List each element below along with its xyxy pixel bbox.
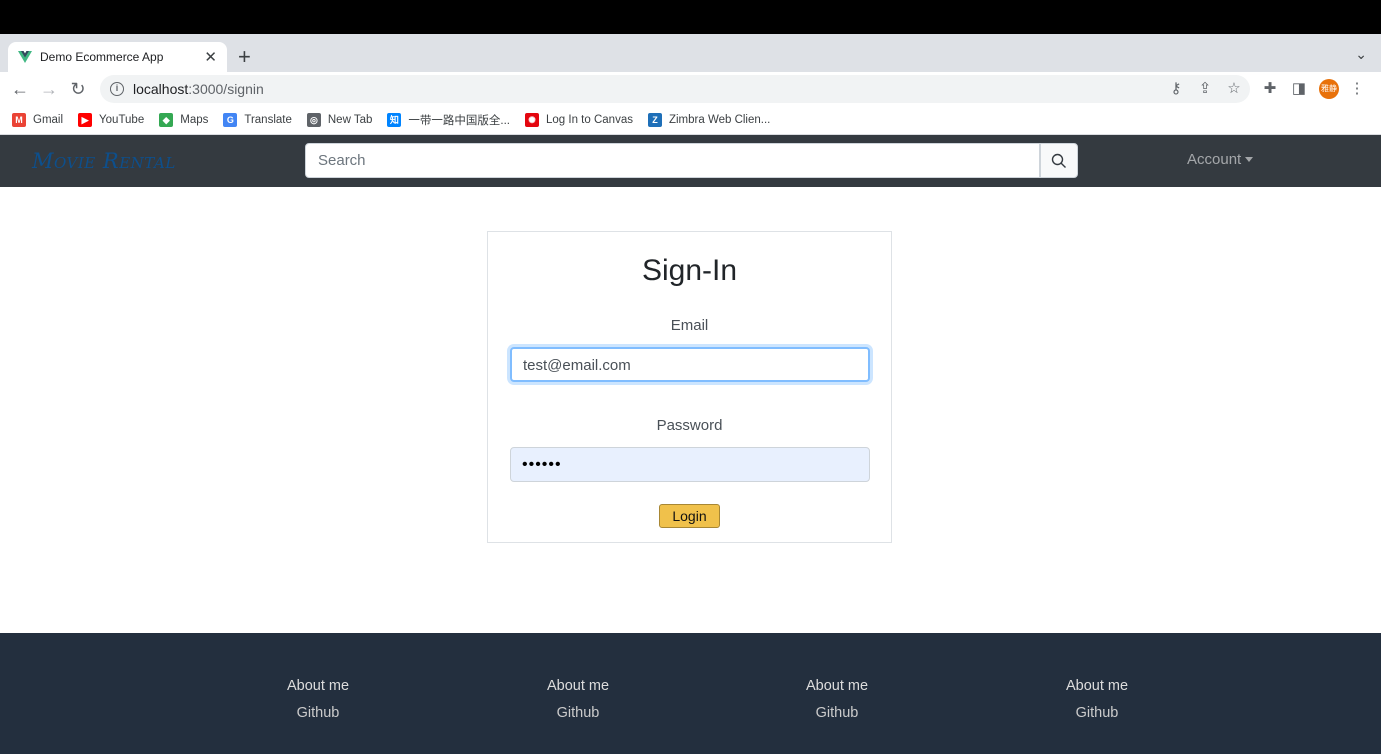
profile-avatar[interactable]: 雅静 bbox=[1319, 79, 1339, 99]
browser-tab[interactable]: Demo Ecommerce App ✕ bbox=[8, 42, 227, 72]
share-icon[interactable]: ⇪ bbox=[1196, 80, 1214, 98]
browser-tab-strip: Demo Ecommerce App ✕ + ⌄ bbox=[0, 34, 1381, 72]
site-brand-logo[interactable]: Movie Rental bbox=[32, 149, 176, 173]
tab-search-chevron-icon[interactable]: ⌄ bbox=[1355, 46, 1367, 63]
globe-icon: ◎ bbox=[306, 113, 321, 127]
bookmark-item[interactable]: ◎ New Tab bbox=[306, 113, 373, 127]
footer-github-link[interactable]: Github bbox=[258, 705, 378, 721]
bookmark-item[interactable]: Z Zimbra Web Clien... bbox=[647, 113, 771, 127]
bookmark-label: Zimbra Web Clien... bbox=[668, 114, 771, 126]
new-tab-plus-icon[interactable]: + bbox=[238, 46, 251, 68]
gmail-icon: M bbox=[12, 113, 26, 127]
side-panel-icon[interactable]: ◨ bbox=[1290, 80, 1308, 98]
search-icon bbox=[1051, 153, 1066, 168]
site-footer: About me Github About me Github About me Gith… bbox=[0, 633, 1381, 754]
password-field[interactable]: •••••• bbox=[510, 447, 870, 482]
zhihu-icon: 知 bbox=[387, 113, 402, 127]
signin-card: Sign-In Email test@email.com Password ••… bbox=[487, 231, 892, 543]
login-button[interactable]: Login bbox=[659, 504, 720, 528]
translate-icon: G bbox=[223, 113, 238, 127]
back-arrow-icon[interactable]: ← bbox=[9, 78, 31, 100]
web-page: Movie Rental Search Account Sign-In Emai… bbox=[0, 135, 1381, 754]
footer-about-me: About me bbox=[1065, 678, 1129, 694]
bookmarks-bar: M Gmail ▶ YouTube ◆ Maps G Translate ◎ New Tab 知一带… bbox=[0, 106, 1381, 135]
caret-down-icon bbox=[1245, 157, 1254, 162]
site-navbar: Movie Rental Search Account bbox=[0, 135, 1381, 187]
footer-about-me: About me bbox=[286, 678, 350, 694]
tab-close-icon[interactable]: ✕ bbox=[204, 48, 217, 66]
account-dropdown[interactable]: Account bbox=[1187, 151, 1254, 168]
vue-logo-icon bbox=[18, 51, 32, 63]
bookmark-item[interactable]: G Translate bbox=[223, 113, 292, 127]
email-label: Email bbox=[670, 317, 709, 334]
top-black-bar bbox=[0, 0, 1381, 34]
canvas-icon: ✺ bbox=[525, 113, 540, 127]
password-label: Password bbox=[656, 417, 723, 434]
key-icon[interactable]: ⚷ bbox=[1167, 80, 1185, 98]
bookmark-item[interactable]: 知一带一路中国版全... bbox=[387, 112, 510, 128]
url-host: localhost bbox=[133, 81, 189, 97]
bookmark-label: Log In to Canvas bbox=[546, 114, 633, 126]
youtube-icon: ▶ bbox=[78, 113, 93, 127]
bookmark-star-icon[interactable]: ☆ bbox=[1225, 80, 1243, 98]
footer-github-link[interactable]: Github bbox=[1037, 705, 1157, 721]
forward-arrow-icon[interactable]: → bbox=[38, 78, 60, 100]
bookmark-item[interactable]: ◆ Maps bbox=[159, 113, 208, 127]
footer-about-me: About me bbox=[805, 678, 869, 694]
footer-github-link[interactable]: Github bbox=[518, 705, 638, 721]
tab-title: Demo Ecommerce App bbox=[40, 50, 164, 64]
url-path: :3000/signin bbox=[188, 81, 264, 97]
screen: Demo Ecommerce App ✕ + ⌄ ← → ↻ i localho… bbox=[0, 0, 1381, 754]
bookmark-label: YouTube bbox=[99, 114, 145, 126]
email-field[interactable]: test@email.com bbox=[510, 347, 870, 382]
browser-toolbar: ← → ↻ i localhost:3000/signin ⚷ ⇪ ☆ ✚ ◨ … bbox=[0, 72, 1381, 106]
site-info-icon[interactable]: i bbox=[110, 82, 124, 96]
address-bar[interactable]: i localhost:3000/signin bbox=[100, 75, 1250, 103]
footer-about-me: About me bbox=[546, 678, 610, 694]
page-title: Sign-In bbox=[641, 254, 738, 287]
maps-icon: ◆ bbox=[159, 113, 174, 127]
bookmark-item[interactable]: ✺ Log In to Canvas bbox=[525, 113, 633, 127]
zimbra-icon: Z bbox=[647, 113, 662, 127]
footer-column: About me Github bbox=[1037, 678, 1157, 721]
search-input[interactable]: Search bbox=[305, 143, 1040, 178]
bookmark-label: New Tab bbox=[327, 114, 373, 126]
bookmark-label: Maps bbox=[180, 114, 209, 126]
bookmark-item[interactable]: M Gmail bbox=[12, 113, 63, 127]
bookmark-label: Translate bbox=[244, 114, 292, 126]
footer-github-link[interactable]: Github bbox=[777, 705, 897, 721]
bookmark-item[interactable]: ▶ YouTube bbox=[78, 113, 144, 127]
footer-column: About me Github bbox=[777, 678, 897, 721]
bookmark-label: Gmail bbox=[33, 114, 64, 126]
footer-column: About me Github bbox=[258, 678, 378, 721]
bookmark-label: 一带一路中国版全... bbox=[408, 115, 511, 127]
browser-menu-icon[interactable]: ⋮ bbox=[1348, 80, 1366, 98]
account-label: Account bbox=[1187, 151, 1242, 168]
search-button[interactable] bbox=[1040, 143, 1078, 178]
extensions-puzzle-icon[interactable]: ✚ bbox=[1261, 80, 1279, 98]
reload-icon[interactable]: ↻ bbox=[67, 78, 89, 100]
footer-column: About me Github bbox=[518, 678, 638, 721]
